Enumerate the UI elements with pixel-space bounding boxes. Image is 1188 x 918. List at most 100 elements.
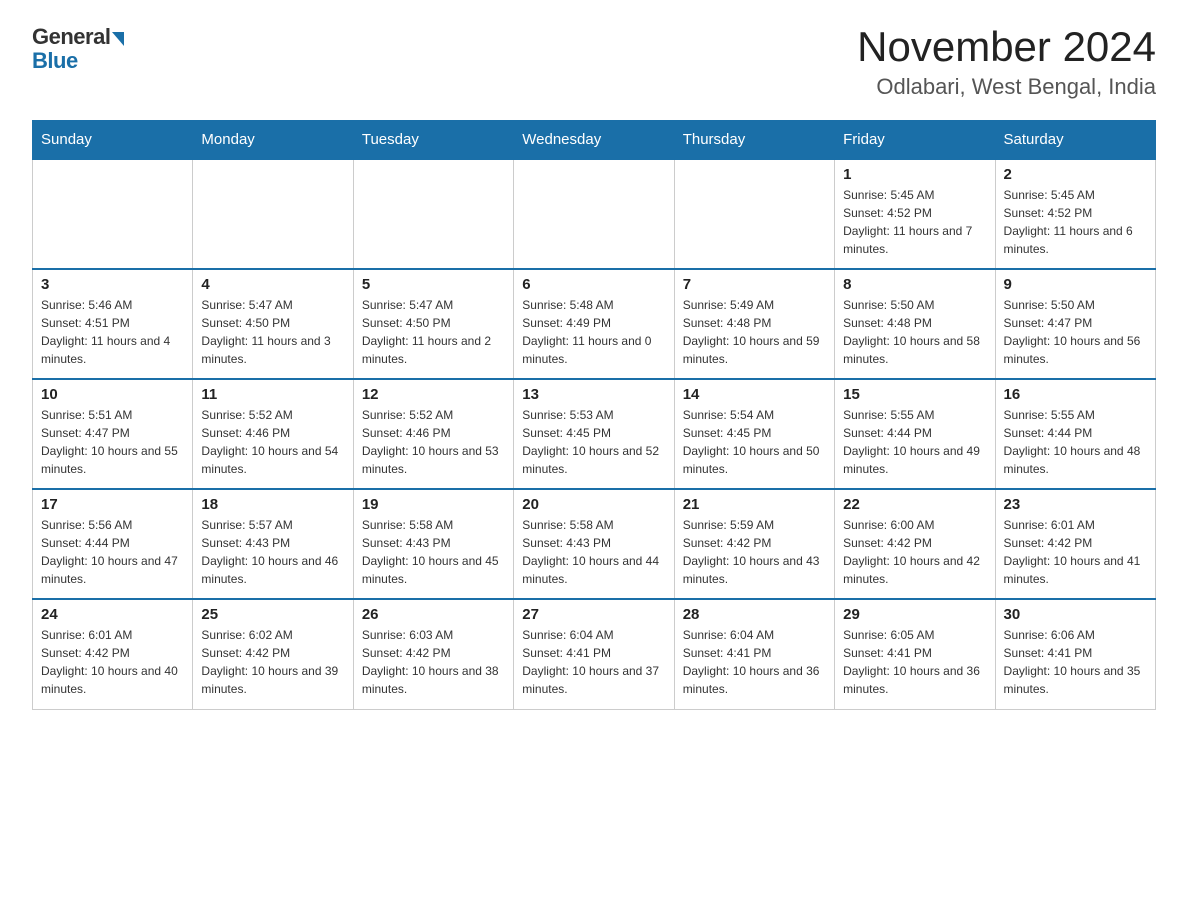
calendar-cell: [514, 159, 674, 269]
calendar-cell: 14 Sunrise: 5:54 AMSunset: 4:45 PMDayligh…: [674, 379, 834, 489]
day-info: Sunrise: 6:04 AMSunset: 4:41 PMDaylight:…: [522, 626, 665, 698]
calendar-week-row: 10 Sunrise: 5:51 AMSunset: 4:47 PMDayligh…: [33, 379, 1156, 489]
day-info: Sunrise: 5:53 AMSunset: 4:45 PMDaylight:…: [522, 406, 665, 478]
title-section: November 2024 Odlabari, West Bengal, Ind…: [857, 24, 1156, 100]
day-info: Sunrise: 5:57 AMSunset: 4:43 PMDaylight:…: [201, 516, 344, 588]
day-number: 30: [1004, 606, 1147, 623]
logo-arrow-icon: [112, 32, 124, 46]
day-info: Sunrise: 6:03 AMSunset: 4:42 PMDaylight:…: [362, 626, 505, 698]
day-info: Sunrise: 5:48 AMSunset: 4:49 PMDaylight:…: [522, 296, 665, 368]
day-number: 24: [41, 606, 184, 623]
day-number: 2: [1004, 166, 1147, 183]
day-number: 5: [362, 276, 505, 293]
calendar-cell: 18 Sunrise: 5:57 AMSunset: 4:43 PMDayligh…: [193, 489, 353, 599]
day-number: 23: [1004, 496, 1147, 513]
calendar-cell: 19 Sunrise: 5:58 AMSunset: 4:43 PMDayligh…: [353, 489, 513, 599]
day-number: 4: [201, 276, 344, 293]
day-number: 1: [843, 166, 986, 183]
day-info: Sunrise: 5:52 AMSunset: 4:46 PMDaylight:…: [201, 406, 344, 478]
calendar-cell: 12 Sunrise: 5:52 AMSunset: 4:46 PMDayligh…: [353, 379, 513, 489]
logo-blue-text: Blue: [32, 48, 78, 74]
day-number: 19: [362, 496, 505, 513]
calendar-cell: 10 Sunrise: 5:51 AMSunset: 4:47 PMDayligh…: [33, 379, 193, 489]
day-number: 12: [362, 386, 505, 403]
calendar-cell: 7Sunrise: 5:49 AMSunset: 4:48 PMDaylight…: [674, 269, 834, 379]
day-info: Sunrise: 5:47 AMSunset: 4:50 PMDaylight:…: [362, 296, 505, 368]
day-number: 9: [1004, 276, 1147, 293]
calendar-cell: 30 Sunrise: 6:06 AMSunset: 4:41 PMDayligh…: [995, 599, 1155, 709]
day-number: 20: [522, 496, 665, 513]
day-info: Sunrise: 5:54 AMSunset: 4:45 PMDaylight:…: [683, 406, 826, 478]
day-info: Sunrise: 5:51 AMSunset: 4:47 PMDaylight:…: [41, 406, 184, 478]
col-header-thursday: Thursday: [674, 121, 834, 160]
day-number: 14: [683, 386, 826, 403]
calendar-cell: 1 Sunrise: 5:45 AMSunset: 4:52 PMDaylight…: [835, 159, 995, 269]
col-header-saturday: Saturday: [995, 121, 1155, 160]
day-number: 7: [683, 276, 826, 293]
day-info: Sunrise: 5:45 AMSunset: 4:52 PMDaylight:…: [1004, 186, 1147, 258]
calendar-cell: 28Sunrise: 6:04 AMSunset: 4:41 PMDayligh…: [674, 599, 834, 709]
calendar-header-row: SundayMondayTuesdayWednesdayThursdayFrid…: [33, 121, 1156, 160]
logo-general-text: General: [32, 24, 110, 50]
calendar-cell: 24 Sunrise: 6:01 AMSunset: 4:42 PMDayligh…: [33, 599, 193, 709]
day-info: Sunrise: 5:45 AMSunset: 4:52 PMDaylight:…: [843, 186, 986, 258]
day-info: Sunrise: 5:55 AMSunset: 4:44 PMDaylight:…: [1004, 406, 1147, 478]
day-number: 28: [683, 606, 826, 623]
calendar-cell: [193, 159, 353, 269]
calendar-cell: 3Sunrise: 5:46 AMSunset: 4:51 PMDaylight…: [33, 269, 193, 379]
calendar-cell: 2 Sunrise: 5:45 AMSunset: 4:52 PMDaylight…: [995, 159, 1155, 269]
day-number: 15: [843, 386, 986, 403]
day-info: Sunrise: 5:56 AMSunset: 4:44 PMDaylight:…: [41, 516, 184, 588]
logo: General Blue: [32, 24, 124, 74]
calendar-cell: [674, 159, 834, 269]
day-number: 29: [843, 606, 986, 623]
calendar-week-row: 24 Sunrise: 6:01 AMSunset: 4:42 PMDayligh…: [33, 599, 1156, 709]
day-info: Sunrise: 5:50 AMSunset: 4:48 PMDaylight:…: [843, 296, 986, 368]
day-number: 25: [201, 606, 344, 623]
calendar-cell: 25Sunrise: 6:02 AMSunset: 4:42 PMDayligh…: [193, 599, 353, 709]
day-number: 3: [41, 276, 184, 293]
page-header: General Blue November 2024 Odlabari, Wes…: [32, 24, 1156, 100]
day-number: 11: [201, 386, 344, 403]
calendar-cell: 21 Sunrise: 5:59 AMSunset: 4:42 PMDayligh…: [674, 489, 834, 599]
day-number: 13: [522, 386, 665, 403]
month-title: November 2024: [857, 24, 1156, 70]
day-info: Sunrise: 6:01 AMSunset: 4:42 PMDaylight:…: [41, 626, 184, 698]
day-number: 22: [843, 496, 986, 513]
col-header-friday: Friday: [835, 121, 995, 160]
day-info: Sunrise: 5:58 AMSunset: 4:43 PMDaylight:…: [362, 516, 505, 588]
day-info: Sunrise: 6:00 AMSunset: 4:42 PMDaylight:…: [843, 516, 986, 588]
col-header-sunday: Sunday: [33, 121, 193, 160]
calendar-cell: 29Sunrise: 6:05 AMSunset: 4:41 PMDayligh…: [835, 599, 995, 709]
calendar-cell: 6Sunrise: 5:48 AMSunset: 4:49 PMDaylight…: [514, 269, 674, 379]
calendar-week-row: 1 Sunrise: 5:45 AMSunset: 4:52 PMDaylight…: [33, 159, 1156, 269]
calendar-cell: 5 Sunrise: 5:47 AMSunset: 4:50 PMDaylight…: [353, 269, 513, 379]
calendar-cell: 11 Sunrise: 5:52 AMSunset: 4:46 PMDayligh…: [193, 379, 353, 489]
day-number: 17: [41, 496, 184, 513]
calendar-week-row: 17 Sunrise: 5:56 AMSunset: 4:44 PMDayligh…: [33, 489, 1156, 599]
day-number: 10: [41, 386, 184, 403]
calendar-cell: 15 Sunrise: 5:55 AMSunset: 4:44 PMDayligh…: [835, 379, 995, 489]
col-header-tuesday: Tuesday: [353, 121, 513, 160]
calendar-cell: 27 Sunrise: 6:04 AMSunset: 4:41 PMDayligh…: [514, 599, 674, 709]
day-info: Sunrise: 6:06 AMSunset: 4:41 PMDaylight:…: [1004, 626, 1147, 698]
day-info: Sunrise: 5:55 AMSunset: 4:44 PMDaylight:…: [843, 406, 986, 478]
day-number: 27: [522, 606, 665, 623]
day-number: 18: [201, 496, 344, 513]
calendar-cell: 23Sunrise: 6:01 AMSunset: 4:42 PMDayligh…: [995, 489, 1155, 599]
day-number: 21: [683, 496, 826, 513]
day-info: Sunrise: 5:50 AMSunset: 4:47 PMDaylight:…: [1004, 296, 1147, 368]
day-info: Sunrise: 5:59 AMSunset: 4:42 PMDaylight:…: [683, 516, 826, 588]
col-header-wednesday: Wednesday: [514, 121, 674, 160]
day-number: 8: [843, 276, 986, 293]
day-number: 26: [362, 606, 505, 623]
calendar-table: SundayMondayTuesdayWednesdayThursdayFrid…: [32, 120, 1156, 710]
calendar-cell: 22 Sunrise: 6:00 AMSunset: 4:42 PMDayligh…: [835, 489, 995, 599]
calendar-cell: 13 Sunrise: 5:53 AMSunset: 4:45 PMDayligh…: [514, 379, 674, 489]
calendar-cell: 26 Sunrise: 6:03 AMSunset: 4:42 PMDayligh…: [353, 599, 513, 709]
calendar-cell: [353, 159, 513, 269]
day-info: Sunrise: 5:52 AMSunset: 4:46 PMDaylight:…: [362, 406, 505, 478]
day-info: Sunrise: 5:58 AMSunset: 4:43 PMDaylight:…: [522, 516, 665, 588]
day-info: Sunrise: 5:47 AMSunset: 4:50 PMDaylight:…: [201, 296, 344, 368]
location-title: Odlabari, West Bengal, India: [857, 74, 1156, 100]
